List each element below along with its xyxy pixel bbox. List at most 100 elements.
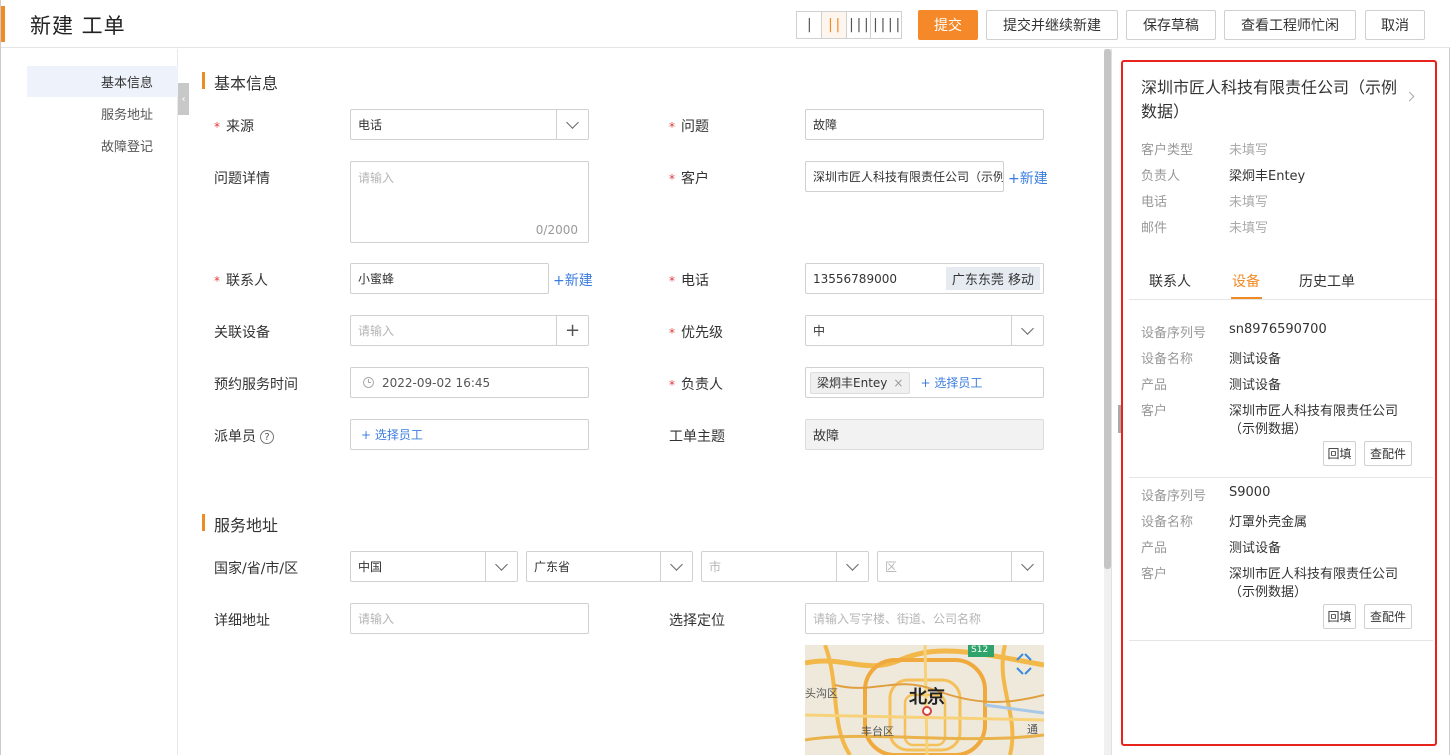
close-icon[interactable]: × (893, 376, 903, 390)
plus-icon[interactable]: + (556, 316, 588, 345)
info-value: 未填写 (1229, 143, 1269, 158)
scrollbar-thumb[interactable] (1104, 49, 1111, 569)
dispatcher-picker[interactable]: + 选择员工 (350, 419, 589, 450)
priority-label: * 优先级 (669, 325, 723, 341)
chevron-down-icon (836, 552, 868, 581)
owner-picker[interactable]: 梁炯丰Entey × + 选择员工 (805, 367, 1044, 398)
problem-detail-textarea[interactable]: 请输入 0/2000 (350, 161, 589, 243)
province-select[interactable]: 广东省 (526, 551, 693, 582)
device-product-link[interactable]: 测试设备 (1229, 537, 1281, 556)
layout-2-column-button[interactable]: || (821, 12, 847, 38)
select-employee-link[interactable]: + 选择员工 (361, 426, 423, 443)
device-product-link[interactable]: 测试设备 (1229, 374, 1281, 393)
view-parts-button[interactable]: 查配件 (1364, 441, 1412, 466)
district-select[interactable]: 区 (877, 551, 1044, 582)
detail-address-label: 详细地址 (214, 613, 270, 629)
phone-input[interactable]: 13556789000 广东东莞 移动 (805, 263, 1044, 294)
device-key: 产品 (1141, 378, 1168, 393)
form-scrollbar[interactable] (1104, 49, 1111, 755)
customer-detail-panel: 深圳市匠人科技有限责任公司（示例数据） 客户类型 未填写 负责人 梁炯丰Ente… (1121, 60, 1437, 746)
cancel-button[interactable]: 取消 (1365, 10, 1425, 40)
device-divider (1129, 477, 1433, 478)
collapse-nav-button[interactable]: ‹ (178, 83, 189, 115)
backfill-button[interactable]: 回填 (1323, 441, 1356, 466)
priority-select[interactable]: 中 (805, 315, 1044, 346)
map-district-label: 头沟区 (805, 687, 838, 700)
char-counter: 0/2000 (535, 223, 578, 237)
device-serial: S9000 (1229, 485, 1271, 500)
nav-item-basic-info[interactable]: 基本信息 (27, 66, 178, 97)
problem-input[interactable]: 故障 (805, 109, 1044, 140)
nav-item-service-address[interactable]: 服务地址 (27, 98, 178, 129)
device-customer-link[interactable]: 深圳市匠人科技有限责任公司 (1229, 563, 1398, 582)
page-title: 新建 工单 (30, 14, 126, 38)
tab-devices[interactable]: 设备 (1232, 271, 1260, 291)
required-mark: * (669, 378, 675, 392)
map-district-label: 通 (1027, 723, 1038, 736)
layout-1-column-button[interactable]: | (797, 12, 822, 38)
device-label: 关联设备 (214, 325, 270, 341)
submit-button[interactable]: 提交 (918, 10, 978, 40)
header-accent (1, 6, 5, 42)
detail-address-input[interactable]: 请输入 (350, 603, 589, 634)
info-value: 未填写 (1229, 221, 1269, 236)
backfill-button[interactable]: 回填 (1323, 604, 1356, 629)
country-select[interactable]: 中国 (350, 551, 518, 582)
new-contact-link[interactable]: +新建 (553, 270, 593, 290)
info-key: 电话 (1141, 195, 1168, 210)
device-key: 设备名称 (1141, 515, 1194, 530)
info-value: 未填写 (1229, 195, 1269, 210)
road-badge: S12 (971, 645, 989, 655)
subject-label: 工单主题 (669, 429, 725, 445)
view-parts-button[interactable]: 查配件 (1364, 604, 1412, 629)
tab-history-orders[interactable]: 历史工单 (1299, 271, 1355, 291)
required-mark: * (214, 274, 220, 288)
help-icon[interactable]: ? (260, 430, 274, 444)
device-customer-link[interactable]: （示例数据） (1229, 418, 1307, 437)
fullscreen-icon[interactable] (1015, 653, 1033, 671)
map-city-label: 北京 (909, 687, 945, 708)
device-divider (1129, 640, 1433, 641)
map-district-label: 丰台区 (861, 725, 894, 738)
source-select[interactable]: 电话 (350, 109, 589, 140)
device-key: 设备名称 (1141, 352, 1194, 367)
device-customer-link[interactable]: （示例数据） (1229, 581, 1307, 600)
region-label: 国家/省/市/区 (214, 561, 299, 577)
header-bar: 新建 工单 | || ||| |||| 提交 提交并继续新建 保存草稿 查看工程… (1, 0, 1450, 48)
nav-item-fault-record[interactable]: 故障登记 (27, 130, 178, 161)
appointment-datetime[interactable]: 2022-09-02 16:45 (350, 367, 589, 398)
device-customer-link[interactable]: 深圳市匠人科技有限责任公司 (1229, 400, 1398, 419)
submit-continue-button[interactable]: 提交并继续新建 (986, 10, 1118, 40)
customer-name-title[interactable]: 深圳市匠人科技有限责任公司（示例数据） (1141, 76, 1411, 124)
new-customer-link[interactable]: +新建 (1008, 168, 1048, 188)
panel-tabs: 联系人 设备 历史工单 (1129, 262, 1435, 300)
engineer-busy-button[interactable]: 查看工程师忙闲 (1224, 10, 1356, 40)
device-name: 灯罩外壳金属 (1229, 515, 1308, 530)
layout-3-column-button[interactable]: ||| (847, 12, 872, 38)
city-select[interactable]: 市 (701, 551, 869, 582)
customer-label: * 客户 (669, 171, 709, 187)
owner-tag: 梁炯丰Entey × (810, 371, 911, 394)
section-title-basic: 基本信息 (202, 70, 278, 94)
required-mark: * (669, 274, 675, 288)
phone-location-badge: 广东东莞 移动 (945, 267, 1040, 290)
device-key: 客户 (1141, 404, 1168, 419)
device-input[interactable]: 请输入 + (350, 315, 589, 346)
chevron-left-icon: ‹ (181, 93, 186, 105)
customer-input[interactable]: 深圳市匠人科技有限责任公司（示例数据） (805, 161, 1004, 192)
layout-4-column-button[interactable]: |||| (871, 12, 902, 38)
contact-input[interactable]: 小蜜蜂 (350, 263, 549, 294)
section-nav: 基本信息 服务地址 故障登记 (1, 49, 178, 755)
panel-divider (1111, 49, 1112, 755)
chevron-down-icon (660, 552, 692, 581)
device-key: 产品 (1141, 541, 1168, 556)
clock-icon (363, 377, 374, 388)
save-draft-button[interactable]: 保存草稿 (1126, 10, 1216, 40)
tab-contacts[interactable]: 联系人 (1149, 271, 1191, 291)
device-name: 测试设备 (1229, 352, 1282, 367)
location-map[interactable]: S12 北京 头沟区 丰台区 通 (805, 645, 1044, 755)
select-employee-link[interactable]: + 选择员工 (920, 374, 982, 391)
required-mark: * (669, 120, 675, 134)
subject-input: 故障 (805, 419, 1044, 450)
locate-search-input[interactable]: 请输入写字楼、街道、公司名称 (805, 603, 1044, 634)
